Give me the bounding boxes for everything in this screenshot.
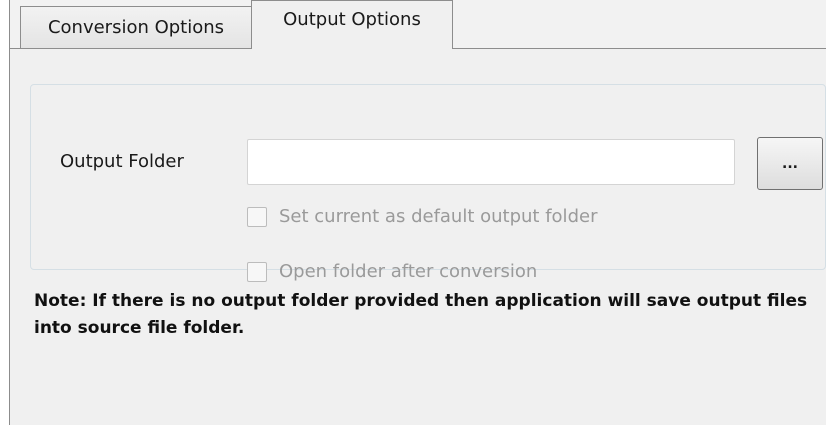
tab-conversion-options[interactable]: Conversion Options (20, 6, 252, 48)
tab-conversion-options-label: Conversion Options (47, 17, 225, 38)
open-folder-after-checkbox[interactable] (247, 261, 267, 282)
output-folder-label: Output Folder (60, 151, 184, 172)
set-default-folder-option[interactable]: Set current as default output folder (247, 206, 597, 227)
browse-folder-button[interactable]: ... (757, 137, 823, 190)
output-options-panel: Output Folder ... Set current as default… (10, 48, 826, 425)
output-folder-note: Note: If there is no output folder provi… (34, 291, 808, 338)
tab-output-options[interactable]: Output Options (251, 0, 453, 49)
output-folder-input[interactable] (247, 139, 735, 185)
open-folder-after-label: Open folder after conversion (279, 261, 538, 282)
tab-output-options-label: Output Options (283, 8, 421, 30)
open-folder-after-option[interactable]: Open folder after conversion (247, 261, 537, 282)
options-window: Conversion Options Output Options Output… (0, 0, 826, 425)
tab-strip: Conversion Options Output Options (10, 0, 826, 49)
set-default-folder-checkbox[interactable] (247, 206, 267, 227)
set-default-folder-label: Set current as default output folder (279, 206, 598, 227)
output-folder-group: Output Folder ... Set current as default… (30, 84, 826, 282)
